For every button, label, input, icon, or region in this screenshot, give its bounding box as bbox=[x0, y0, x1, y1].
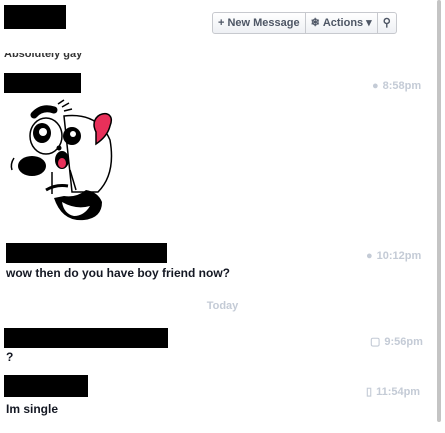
redacted-sender-name bbox=[6, 243, 167, 263]
actions-button[interactable]: ❄ Actions ▾ bbox=[306, 13, 378, 33]
message-text: wow then do you have boy friend now? bbox=[6, 266, 231, 280]
redacted-sender-name bbox=[4, 73, 81, 93]
message-text: Im single bbox=[6, 402, 59, 416]
message-text: ? bbox=[6, 350, 14, 364]
chat-bubble-icon: ▢ bbox=[370, 336, 381, 348]
panda-sticker[interactable] bbox=[6, 98, 121, 233]
search-icon: ⚲ bbox=[382, 17, 391, 29]
message-timestamp: ● 8:58pm bbox=[372, 80, 422, 92]
message-timestamp: ▢ 9:56pm bbox=[370, 335, 423, 349]
redacted-sender-name bbox=[4, 375, 88, 397]
actions-label: Actions bbox=[322, 17, 364, 29]
new-message-button[interactable]: + New Message bbox=[213, 13, 306, 33]
redacted-header-name bbox=[4, 5, 66, 29]
chevron-down-icon: ▾ bbox=[366, 17, 372, 29]
mobile-icon: ▯ bbox=[366, 386, 373, 398]
day-separator: Today bbox=[206, 300, 239, 312]
scrollbar[interactable] bbox=[437, 0, 441, 422]
sent-icon: ● bbox=[366, 250, 373, 262]
message-timestamp: ▯ 11:54pm bbox=[366, 385, 421, 399]
conversation-toolbar: + New Message ❄ Actions ▾ ⚲ bbox=[212, 12, 397, 34]
plus-icon: + bbox=[218, 17, 225, 29]
previous-message-text: Absolutely gay bbox=[4, 48, 83, 60]
new-message-label: New Message bbox=[227, 17, 300, 29]
gear-icon: ❄ bbox=[310, 17, 320, 29]
search-button[interactable]: ⚲ bbox=[378, 13, 396, 33]
sent-icon: ● bbox=[372, 80, 379, 92]
message-timestamp: ● 10:12pm bbox=[366, 250, 422, 262]
redacted-sender-name bbox=[4, 328, 168, 348]
